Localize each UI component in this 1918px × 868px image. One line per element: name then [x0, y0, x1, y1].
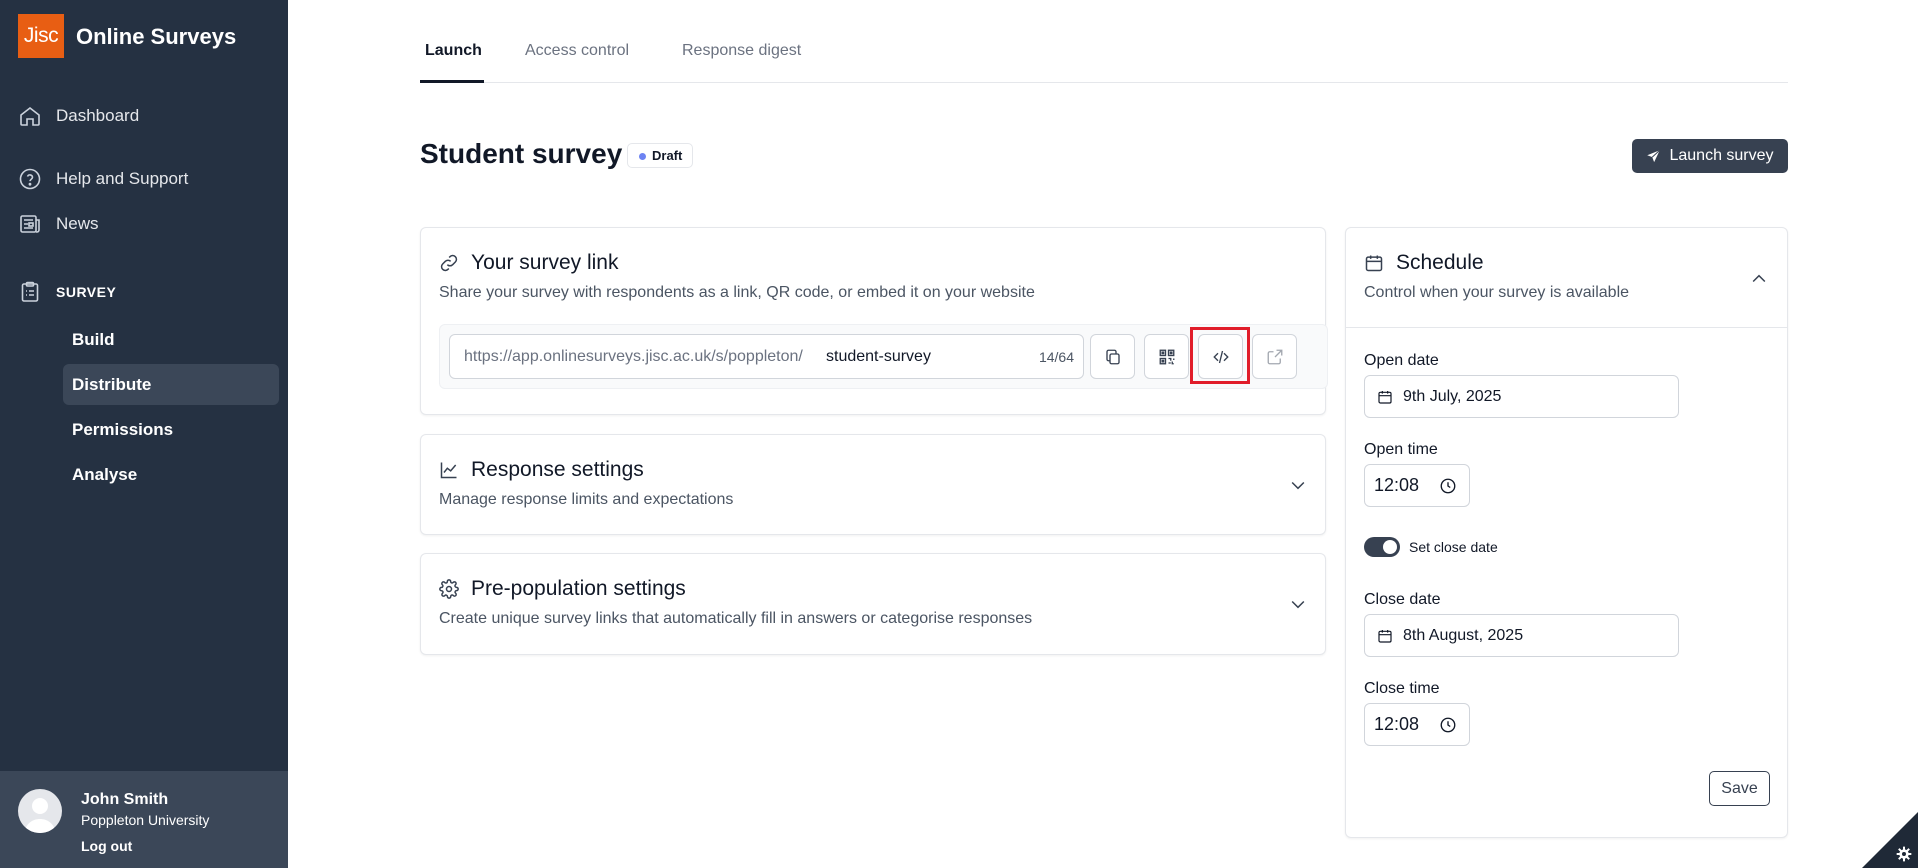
page-title: Student survey	[420, 138, 623, 169]
link-icon	[440, 254, 458, 272]
response-settings-title: Response settings	[439, 458, 644, 482]
chevron-down-icon[interactable]	[1288, 594, 1308, 614]
close-date-field[interactable]: 8th August, 2025	[1364, 614, 1679, 657]
jisc-logo[interactable]: Jisc	[18, 14, 64, 58]
survey-link-title: Your survey link	[439, 251, 618, 275]
schedule-description: Control when your survey is available	[1364, 284, 1630, 301]
sidebar-item-permissions[interactable]: Permissions	[63, 409, 279, 450]
tab-response-digest[interactable]: Response digest	[682, 42, 801, 60]
close-date-value: 8th August, 2025	[1403, 626, 1524, 644]
schedule-divider	[1346, 327, 1787, 328]
schedule-card: Schedule Control when your survey is ava…	[1345, 227, 1788, 838]
sidebar: Jisc Online Surveys Dashboard Help and S…	[0, 0, 288, 868]
schedule-title-text: Schedule	[1396, 251, 1484, 274]
calendar-icon	[1378, 629, 1392, 643]
qr-code-icon	[1159, 349, 1174, 364]
response-settings-title-text: Response settings	[471, 458, 644, 481]
copy-icon	[1105, 349, 1120, 364]
sidebar-section-label: SURVEY	[56, 284, 117, 300]
sidebar-item-label: Dashboard	[56, 106, 140, 125]
calendar-icon	[1378, 390, 1392, 404]
open-time-field[interactable]: 12:08	[1364, 464, 1470, 507]
send-icon	[1647, 149, 1661, 162]
sidebar-section-survey: SURVEY	[18, 280, 116, 304]
avatar[interactable]	[18, 789, 62, 833]
home-icon	[20, 106, 40, 126]
close-time-value: 12:08	[1374, 714, 1420, 734]
set-close-date-label: Set close date	[1409, 539, 1498, 555]
survey-link-title-text: Your survey link	[471, 251, 619, 274]
open-date-value: 9th July, 2025	[1403, 387, 1502, 405]
status-badge: Draft	[627, 143, 694, 168]
clipboard-icon	[21, 281, 39, 302]
save-schedule-button[interactable]: Save	[1709, 771, 1770, 806]
response-settings-description: Manage response limits and expectations	[439, 491, 734, 508]
line-chart-icon	[440, 462, 457, 479]
tab-launch[interactable]: Launch	[425, 42, 482, 60]
sidebar-item-label: Help and Support	[56, 169, 189, 188]
external-link-icon	[1267, 349, 1282, 364]
open-link-button[interactable]	[1252, 334, 1297, 379]
qr-code-button[interactable]	[1144, 334, 1189, 379]
help-circle-icon	[19, 168, 41, 190]
logout-link[interactable]: Log out	[81, 838, 132, 854]
set-close-date-toggle[interactable]	[1364, 537, 1400, 557]
close-time-field[interactable]: 12:08	[1364, 703, 1470, 746]
prepopulation-settings-card[interactable]: Pre-population settings Create unique su…	[420, 553, 1326, 655]
sidebar-item-distribute[interactable]: Distribute	[63, 364, 279, 405]
tab-bar: Launch Access control Response digest	[420, 0, 1788, 83]
chevron-up-icon[interactable]	[1749, 269, 1769, 289]
close-date-label: Close date	[1364, 591, 1441, 608]
calendar-icon	[1365, 255, 1383, 272]
prepopulation-settings-description: Create unique survey links that automati…	[439, 610, 1033, 627]
close-time-label: Close time	[1364, 680, 1440, 697]
gear-icon[interactable]	[1896, 846, 1912, 862]
clock-icon	[1440, 717, 1456, 732]
survey-url-prefix: https://app.onlinesurveys.jisc.ac.uk/s/p…	[464, 348, 803, 365]
schedule-title: Schedule	[1364, 251, 1484, 275]
clock-icon	[1440, 478, 1456, 493]
user-panel: John Smith Poppleton University Log out	[0, 771, 288, 868]
user-organisation: Poppleton University	[81, 812, 210, 828]
response-settings-card[interactable]: Response settings Manage response limits…	[420, 434, 1326, 535]
tab-access-control[interactable]: Access control	[525, 42, 629, 60]
launch-survey-button[interactable]: Launch survey	[1632, 139, 1788, 173]
survey-url-slug-input[interactable]: student-survey	[826, 348, 931, 366]
sidebar-item-news[interactable]: News	[18, 212, 99, 236]
sidebar-item-help[interactable]: Help and Support	[18, 167, 188, 191]
prepopulation-settings-title: Pre-population settings	[439, 577, 686, 601]
character-count: 14/64	[1038, 349, 1074, 365]
copy-link-button[interactable]	[1090, 334, 1135, 379]
user-name: John Smith	[81, 791, 169, 808]
survey-link-description: Share your survey with respondents as a …	[439, 284, 1035, 301]
open-time-value: 12:08	[1374, 475, 1420, 495]
open-date-field[interactable]: 9th July, 2025	[1364, 375, 1679, 418]
survey-link-card: Your survey link Share your survey with …	[420, 227, 1328, 415]
gear-icon	[439, 579, 459, 599]
survey-url-field[interactable]: https://app.onlinesurveys.jisc.ac.uk/s/p…	[449, 334, 1084, 379]
sidebar-item-build[interactable]: Build	[63, 319, 279, 360]
prepopulation-settings-title-text: Pre-population settings	[471, 577, 686, 600]
embed-button-highlight	[1190, 327, 1250, 384]
chevron-down-icon[interactable]	[1288, 475, 1308, 495]
launch-survey-label: Launch survey	[1669, 147, 1774, 164]
newspaper-icon	[20, 215, 40, 233]
active-tab-indicator	[420, 80, 484, 83]
sidebar-item-dashboard[interactable]: Dashboard	[18, 104, 139, 128]
open-date-label: Open date	[1364, 352, 1439, 369]
open-time-label: Open time	[1364, 441, 1438, 458]
sidebar-item-analyse[interactable]: Analyse	[63, 454, 279, 495]
app-title: Online Surveys	[76, 24, 237, 49]
user-avatar-icon	[24, 798, 56, 833]
sidebar-item-label: News	[56, 214, 99, 233]
